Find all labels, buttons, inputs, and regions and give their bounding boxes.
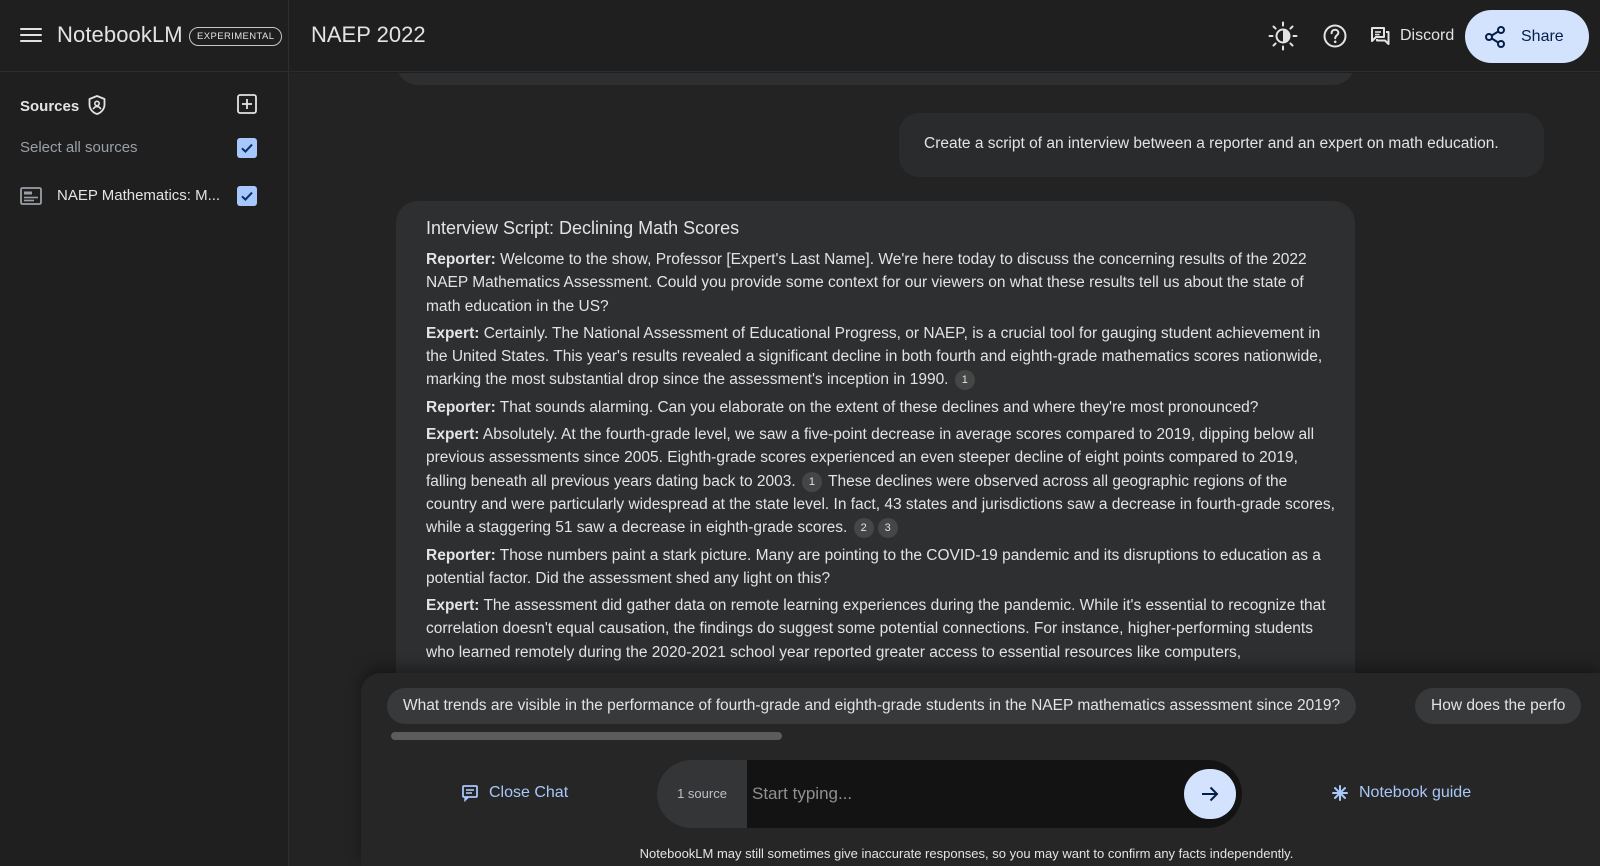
suggestion-chips: What trends are visible in the performan…: [387, 688, 1589, 726]
document-icon: [20, 187, 42, 205]
discord-label: Discord: [1400, 27, 1455, 44]
sources-sidebar: Sources Select all sources NAEP Mathemat…: [0, 73, 288, 866]
notebook-title: NAEP 2022: [311, 22, 426, 47]
arrow-right-icon: [1202, 786, 1219, 802]
speaker-label: Reporter:: [426, 546, 496, 564]
add-source-icon[interactable]: [236, 93, 258, 115]
composer-panel: What trends are visible in the performan…: [361, 673, 1600, 866]
answer-body: Reporter: Welcome to the show, Professor…: [426, 248, 1341, 668]
citation-badge[interactable]: 2: [853, 518, 874, 539]
answer-title: Interview Script: Declining Math Scores: [426, 218, 740, 238]
asterisk-icon: [1332, 785, 1348, 801]
paragraph-text: Welcome to the show, Professor [Expert's…: [426, 251, 1307, 315]
chat-input[interactable]: [752, 774, 1172, 814]
notebook-guide-button[interactable]: Notebook guide: [1331, 781, 1471, 805]
citation-badge[interactable]: 3: [877, 518, 898, 539]
experimental-badge: EXPERIMENTAL: [189, 27, 283, 46]
notebook-guide-label: Notebook guide: [1359, 784, 1472, 801]
chat-input-container: 1 source: [657, 760, 1242, 828]
sources-title: Sources: [20, 98, 80, 115]
speaker-label: Expert:: [426, 426, 480, 444]
discord-button[interactable]: Discord: [1369, 22, 1454, 50]
close-chat-label: Close Chat: [489, 784, 569, 801]
suggestion-chip[interactable]: How does the perfo: [1415, 688, 1582, 724]
send-button[interactable]: [1184, 769, 1236, 819]
citation-badge[interactable]: 1: [801, 471, 822, 492]
share-icon: [1485, 25, 1505, 48]
select-all-checkbox[interactable]: [237, 138, 257, 158]
brightness-icon[interactable]: [1267, 20, 1299, 52]
paragraph-text: That sounds alarming. Can you elaborate …: [499, 398, 1259, 416]
app-logo: NotebookLM: [57, 22, 183, 47]
chat-icon: [462, 785, 478, 802]
forum-icon: [1371, 27, 1390, 45]
citation-badge[interactable]: 1: [954, 370, 975, 391]
paragraph-text: The assessment did gather data on remote…: [426, 597, 1326, 661]
chat-panel: Create a script of an interview between …: [289, 73, 1600, 866]
previous-message-card: [396, 73, 1355, 85]
answer-paragraph: Reporter: Those numbers paint a stark pi…: [426, 544, 1341, 591]
user-message: Create a script of an interview between …: [899, 113, 1544, 177]
paragraph-text: Those numbers paint a stark picture. Man…: [426, 546, 1321, 587]
share-label: Share: [1521, 27, 1564, 45]
top-bar: NotebookLM EXPERIMENTAL NAEP 2022 Discor…: [0, 0, 1600, 72]
answer-paragraph: Expert: Absolutely. At the fourth-grade …: [426, 423, 1341, 539]
shield-icon[interactable]: [86, 94, 108, 116]
answer-paragraph: Expert: The assessment did gather data o…: [426, 594, 1341, 664]
suggestions-scrollbar[interactable]: [391, 732, 782, 740]
paragraph-text: Certainly. The National Assessment of Ed…: [426, 324, 1323, 389]
speaker-label: Expert:: [426, 597, 480, 615]
source-item[interactable]: NAEP Mathematics: M...: [0, 178, 288, 214]
close-chat-button[interactable]: Close Chat: [461, 781, 568, 805]
select-all-label: Select all sources: [20, 139, 138, 156]
user-message-text: Create a script of an interview between …: [924, 135, 1499, 152]
answer-paragraph: Expert: Certainly. The National Assessme…: [426, 322, 1341, 392]
suggestion-chip[interactable]: What trends are visible in the performan…: [387, 688, 1357, 724]
speaker-label: Reporter:: [426, 251, 496, 268]
menu-icon[interactable]: [18, 24, 44, 48]
speaker-label: Expert:: [426, 324, 480, 342]
source-checkbox[interactable]: [237, 186, 257, 206]
disclaimer-text: NotebookLM may still sometimes give inac…: [639, 846, 1294, 861]
answer-paragraph: Reporter: Welcome to the show, Professor…: [426, 248, 1341, 318]
help-circle-icon[interactable]: [1319, 20, 1351, 52]
answer-paragraph: Reporter: That sounds alarming. Can you …: [426, 396, 1341, 419]
source-count[interactable]: 1 source: [657, 760, 747, 828]
speaker-label: Reporter:: [426, 398, 496, 416]
source-label: NAEP Mathematics: M...: [57, 187, 221, 204]
share-button[interactable]: Share: [1465, 10, 1589, 63]
